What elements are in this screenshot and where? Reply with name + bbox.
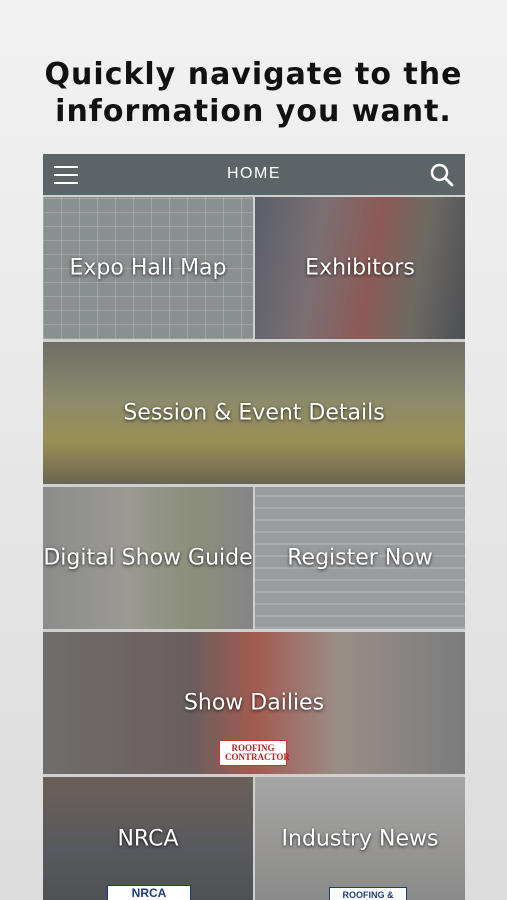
tile-label: Expo Hall Map bbox=[69, 255, 227, 281]
tile-expo-hall-map[interactable]: Expo Hall Map bbox=[43, 197, 253, 339]
tile-label: Session & Event Details bbox=[123, 400, 385, 426]
app-screen: HOME Expo Hall Map Exhibitors Session & … bbox=[43, 154, 465, 900]
headline-line-1: Quickly navigate to the bbox=[44, 57, 463, 92]
tile-exhibitors[interactable]: Exhibitors bbox=[255, 197, 465, 339]
tile-session-event-details[interactable]: Session & Event Details bbox=[43, 342, 465, 484]
headline-line-2: information you want. bbox=[55, 94, 452, 129]
tile-label: Industry News bbox=[281, 826, 439, 851]
tile-label: Exhibitors bbox=[305, 255, 415, 281]
tile-label: NRCA bbox=[117, 826, 179, 851]
tile-label: Digital Show Guide bbox=[43, 545, 253, 571]
tile-label: Register Now bbox=[287, 545, 433, 571]
top-navbar: HOME bbox=[43, 154, 465, 195]
marketing-headline: Quickly navigate to the information you … bbox=[0, 56, 507, 130]
tile-industry-news[interactable]: Industry News ROOFING & bbox=[255, 777, 465, 900]
nav-title: HOME bbox=[227, 165, 281, 182]
tile-register-now[interactable]: Register Now bbox=[255, 487, 465, 629]
search-icon[interactable] bbox=[429, 162, 455, 188]
roofing-contractor-logo: ROOFING CONTRACTOR bbox=[219, 740, 290, 766]
tile-show-dailies[interactable]: Show Dailies ROOFING CONTRACTOR bbox=[43, 632, 465, 774]
tile-label: Show Dailies bbox=[183, 690, 325, 716]
tile-digital-show-guide[interactable]: Digital Show Guide bbox=[43, 487, 253, 629]
tile-nrca[interactable]: NRCA NRCA bbox=[43, 777, 253, 900]
roofing-news-logo: ROOFING & bbox=[329, 887, 407, 900]
nrca-logo: NRCA bbox=[107, 885, 191, 900]
